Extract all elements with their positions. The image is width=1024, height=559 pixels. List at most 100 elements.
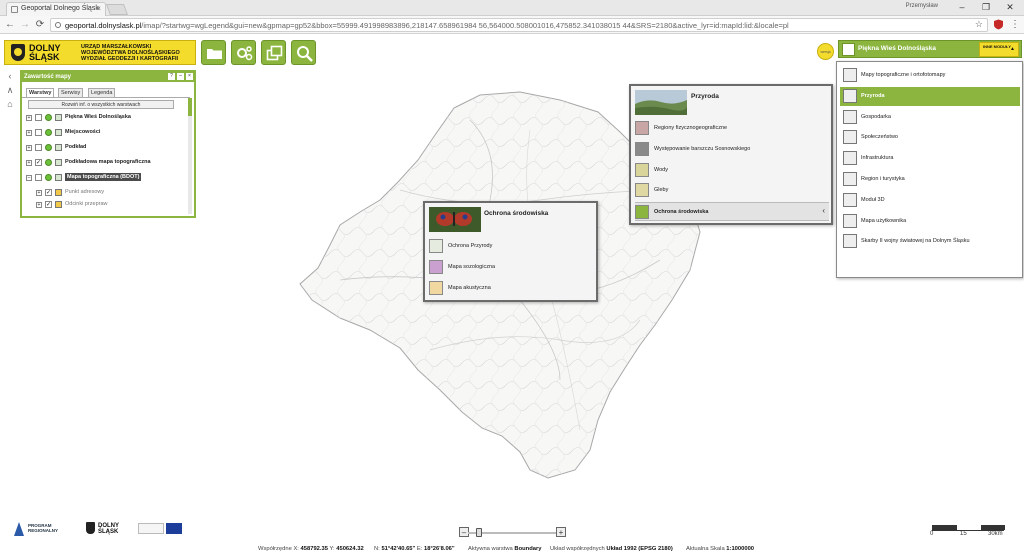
folder-icon xyxy=(55,189,62,196)
collapse-panel-icon[interactable]: ‹ xyxy=(4,70,16,82)
close-icon[interactable]: × xyxy=(186,73,193,80)
expand-toggle-icon[interactable]: – xyxy=(26,175,32,181)
version-badge[interactable]: wersja xyxy=(817,43,834,60)
zoom-slider-handle[interactable] xyxy=(476,528,482,537)
ochrona-item[interactable]: Mapa sozologiczna xyxy=(429,258,589,277)
tab-legenda[interactable]: Legenda xyxy=(88,88,116,97)
theme-menu-item[interactable]: Moduł 3D xyxy=(840,191,1020,210)
theme-menu-item[interactable]: Skarby II wojny światowej na Dolnym Śląs… xyxy=(840,232,1020,251)
ochrona-item-label: Mapa akustyczna xyxy=(448,284,491,291)
przyroda-item-icon xyxy=(635,162,649,177)
theme-item-label: Region i turystyka xyxy=(861,176,905,182)
crest-icon xyxy=(86,522,95,534)
minimize-window-button[interactable]: – xyxy=(950,0,974,16)
layer-row[interactable]: + ✓ Podkładowa mapa topograficzna xyxy=(26,157,186,171)
eu-flag-icon xyxy=(166,523,182,534)
layer-visibility-icon[interactable] xyxy=(45,174,52,181)
theme-menu-item[interactable]: Mapy topograficzne i ortofotomapy xyxy=(840,66,1020,85)
browser-menu-icon[interactable]: ⋮ xyxy=(1008,18,1022,32)
theme-menu-item[interactable]: Społeczeństwo xyxy=(840,128,1020,147)
layer-row[interactable]: + Miejscowości xyxy=(26,127,186,141)
panel-scrollbar[interactable] xyxy=(188,98,192,214)
layer-row[interactable]: + Piękna Wieś Dolnośląska xyxy=(26,112,186,126)
forward-button[interactable]: → xyxy=(18,18,32,32)
expand-toggle-icon[interactable]: + xyxy=(26,130,32,136)
layer-checkbox[interactable] xyxy=(35,144,42,151)
layer-checkbox[interactable] xyxy=(35,114,42,121)
tab-close-icon[interactable]: × xyxy=(96,4,101,13)
search-button[interactable] xyxy=(291,40,316,65)
tab-warstwy[interactable]: Warstwy xyxy=(26,88,55,97)
sublayer-checkbox[interactable]: ✓ xyxy=(45,201,52,208)
theme-selector[interactable]: Piękna Wieś Dolnośląska INNE MODUŁY ▲ xyxy=(838,40,1022,58)
expand-toggle-icon[interactable]: + xyxy=(26,115,32,121)
print-windows-button[interactable] xyxy=(261,40,286,65)
expand-toggle-icon[interactable]: + xyxy=(36,202,42,208)
sublayer-row[interactable]: + ✓ Odcinki przepraw xyxy=(36,199,196,213)
ochrona-item[interactable]: Ochrona Przyrody xyxy=(429,237,589,256)
minimize-icon[interactable]: – xyxy=(177,73,184,80)
theme-item-label: Przyroda xyxy=(861,92,885,99)
new-tab-button[interactable] xyxy=(105,4,129,15)
theme-item-label: Moduł 3D xyxy=(861,196,885,203)
pan-up-icon[interactable]: ∧ xyxy=(4,84,16,96)
eu-fund-text-logo xyxy=(138,523,164,534)
extension-shield-icon[interactable] xyxy=(993,19,1004,30)
przyroda-item[interactable]: Regiony fizycznogeograficzne xyxy=(635,119,829,138)
reload-button[interactable]: ⟳ xyxy=(33,18,47,32)
ochrona-item-label: Mapa sozologiczna xyxy=(448,263,496,270)
theme-menu-item[interactable]: Przyroda xyxy=(840,86,1020,106)
layer-visibility-icon[interactable] xyxy=(45,144,52,151)
sublayer-checkbox[interactable]: ✓ xyxy=(45,189,52,196)
tab-title: Geoportal Dolnego Śląsk xyxy=(21,5,99,12)
przyroda-item[interactable]: Ochrona środowiska ‹ xyxy=(635,202,829,222)
ochrona-item[interactable]: Mapa akustyczna xyxy=(429,279,589,298)
dolny-slask-logo[interactable]: DOLNY ŚLĄSK URZĄD MARSZAŁKOWSKI WOJEWÓDZT… xyxy=(4,40,196,65)
info-icon[interactable] xyxy=(55,22,61,28)
expand-toggle-icon[interactable]: + xyxy=(36,190,42,196)
eagle-crest-icon xyxy=(11,44,25,61)
back-button[interactable]: ← xyxy=(3,18,17,32)
open-folder-button[interactable] xyxy=(201,40,226,65)
theme-menu-item[interactable]: Mapa użytkownika xyxy=(840,212,1020,231)
close-window-button[interactable]: ✕ xyxy=(998,0,1022,16)
theme-menu-item[interactable]: Infrastruktura xyxy=(840,149,1020,168)
layer-checkbox[interactable] xyxy=(35,129,42,136)
layer-visibility-icon[interactable] xyxy=(45,129,52,136)
layer-row[interactable]: + Podkład xyxy=(26,142,186,156)
address-bar[interactable]: geoportal.dolnyslask.pl/imap/?startwg=wg… xyxy=(50,18,988,32)
layer-label: Podkładowa mapa topograficzna xyxy=(65,159,151,165)
maximize-window-button[interactable]: ❐ xyxy=(974,0,998,16)
theme-menu-item[interactable]: Region i turystyka xyxy=(840,170,1020,189)
search-icon xyxy=(297,46,313,62)
layer-visibility-icon[interactable] xyxy=(45,114,52,121)
zoom-in-button[interactable]: + xyxy=(556,527,566,537)
layer-checkbox[interactable] xyxy=(35,174,42,181)
layer-label: Piękna Wieś Dolnośląska xyxy=(65,114,131,120)
ochrona-item-label: Ochrona Przyrody xyxy=(448,243,493,249)
panel-header[interactable]: Zawartość mapy ? – × xyxy=(22,72,194,82)
settings-button[interactable] xyxy=(231,40,256,65)
przyroda-item[interactable]: Gleby xyxy=(635,181,829,200)
theme-menu-item[interactable]: Gospodarka xyxy=(840,108,1020,127)
tab-serwisy[interactable]: Serwisy xyxy=(58,88,84,97)
layer-visibility-icon[interactable] xyxy=(45,159,52,166)
expand-toggle-icon[interactable]: + xyxy=(26,145,32,151)
bookmark-star-icon[interactable]: ☆ xyxy=(975,19,983,30)
layer-checkbox[interactable]: ✓ xyxy=(35,159,42,166)
other-modules-button[interactable]: INNE MODUŁY ▲ xyxy=(979,42,1019,57)
help-icon[interactable]: ? xyxy=(168,73,175,80)
expand-toggle-icon[interactable]: + xyxy=(26,160,32,166)
browser-tab[interactable]: Geoportal Dolnego Śląsk × xyxy=(6,2,106,16)
panel-title: Zawartość mapy xyxy=(24,74,72,80)
current-scale-readout: Aktualna Skala 1:1000000 xyxy=(686,546,755,552)
expand-all-button[interactable]: Rozwiń inf. o wszystkich warstwach xyxy=(28,100,174,109)
przyroda-item[interactable]: Występowanie barszczu Sosnowskiego xyxy=(635,140,829,159)
chevron-left-icon[interactable]: ‹ xyxy=(822,206,825,215)
home-extent-icon[interactable]: ⌂ xyxy=(4,98,16,110)
theme-item-label: Społeczeństwo xyxy=(861,134,898,141)
layer-row[interactable]: – Mapa topograficzna (BDOT) xyxy=(26,172,186,186)
browser-tab-strip: Geoportal Dolnego Śląsk × Przemysław – ❐… xyxy=(0,0,1024,16)
przyroda-item[interactable]: Wody xyxy=(635,161,829,180)
browser-user-name[interactable]: Przemysław xyxy=(906,3,938,9)
